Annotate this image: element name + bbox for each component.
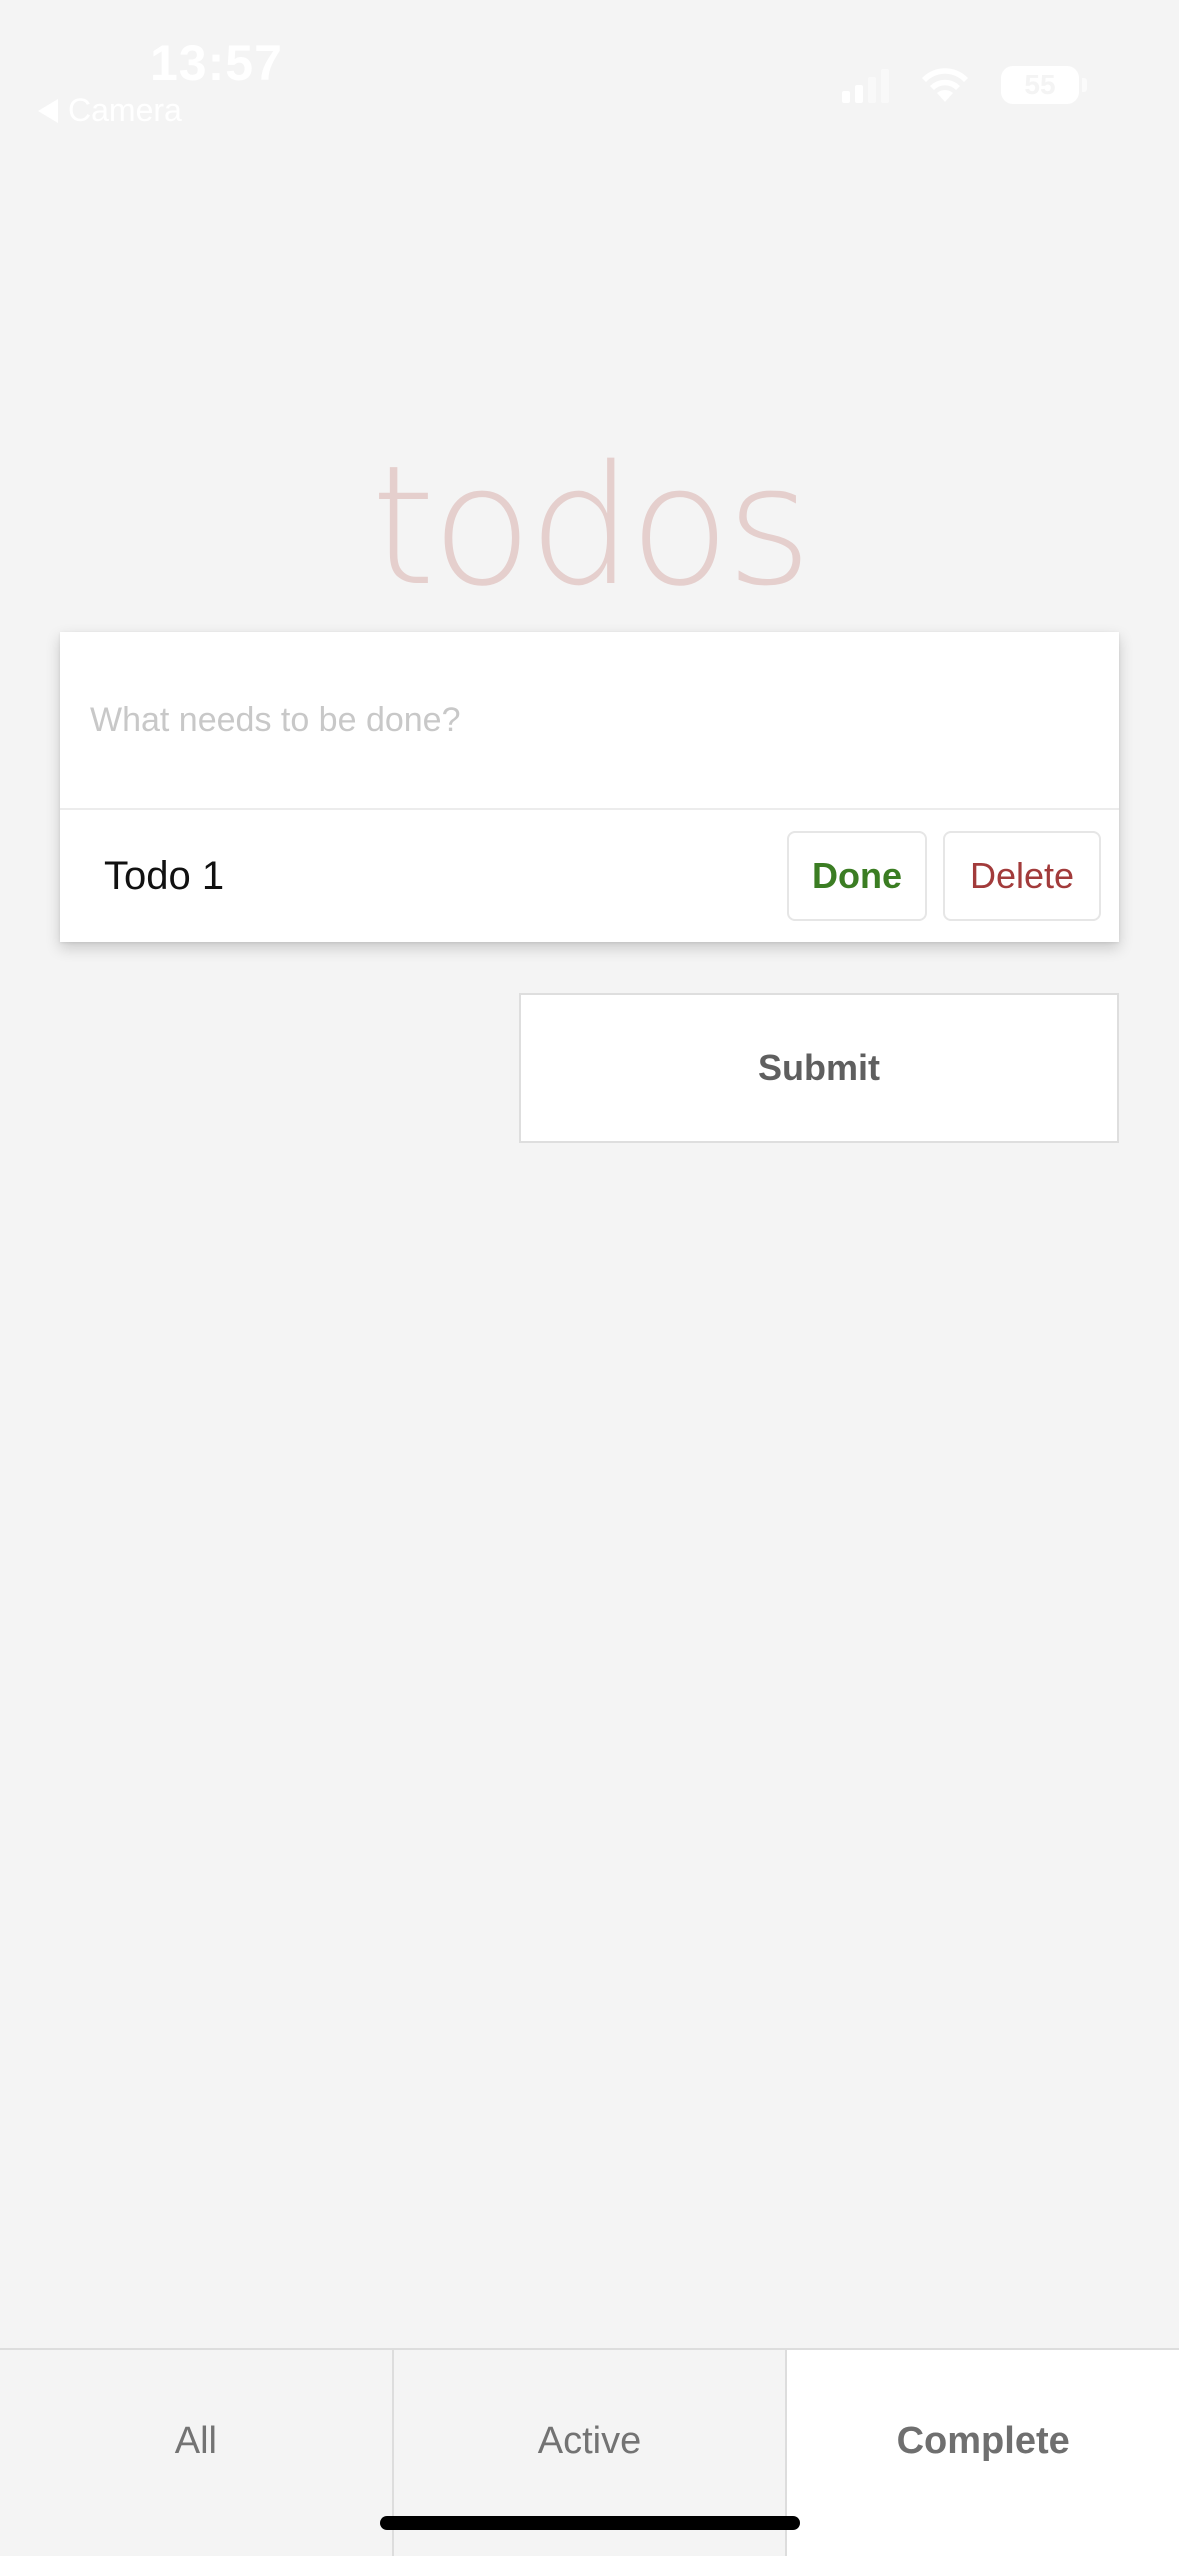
submit-button[interactable]: Submit [519, 993, 1119, 1143]
tab-complete[interactable]: Complete [787, 2350, 1179, 2556]
new-todo-input[interactable] [60, 632, 1119, 810]
done-button[interactable]: Done [787, 831, 927, 921]
battery-icon: 55 [1001, 66, 1087, 104]
cellular-signal-icon [842, 67, 889, 103]
todo-item: Todo 1 Done Delete [60, 810, 1119, 942]
wifi-icon [919, 66, 971, 104]
home-indicator[interactable] [380, 2516, 800, 2530]
todo-item-label: Todo 1 [104, 853, 225, 898]
battery-level: 55 [1024, 69, 1056, 100]
status-indicators: 55 [842, 66, 1087, 104]
tab-all[interactable]: All [0, 2350, 394, 2556]
delete-button[interactable]: Delete [943, 831, 1101, 921]
status-time: 13:57 [150, 35, 283, 91]
back-app-label: Camera [68, 92, 182, 128]
todo-card: Todo 1 Done Delete [60, 632, 1119, 942]
back-arrow-icon [38, 98, 58, 123]
back-to-app-link[interactable]: Camera [38, 92, 182, 129]
screen: 13:57 Camera 55 todos Todo 1 Done [0, 0, 1179, 2556]
app-title: todos [370, 430, 812, 622]
